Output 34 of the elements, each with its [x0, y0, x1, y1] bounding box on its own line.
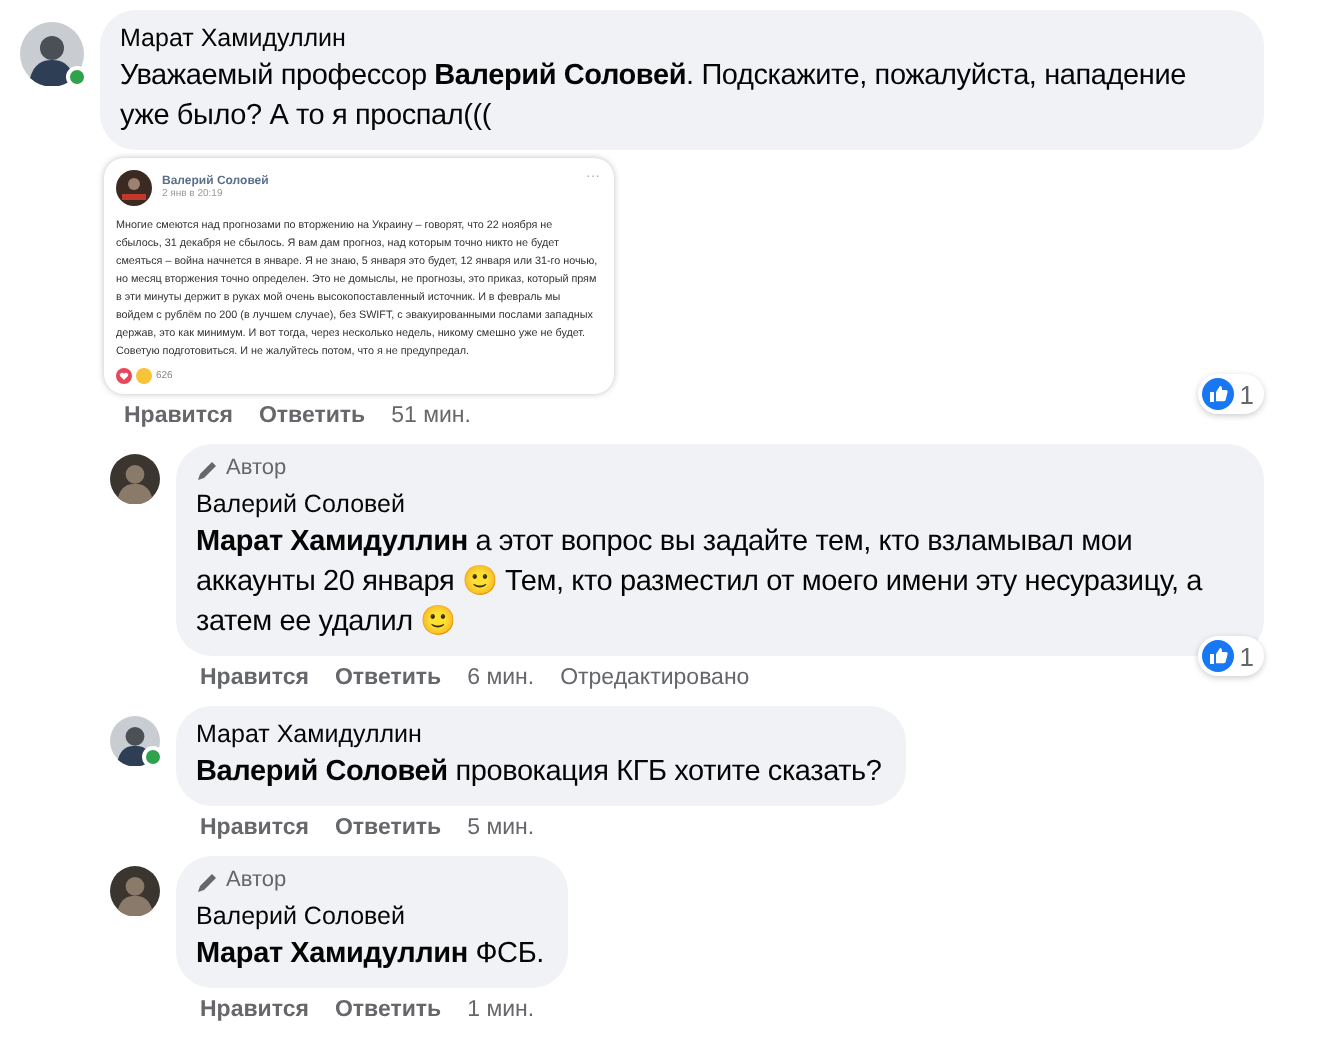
like-count-badge[interactable]: 1: [1197, 636, 1264, 676]
reply-link[interactable]: Ответить: [258, 403, 366, 427]
avatar[interactable]: [110, 866, 160, 916]
comment-time[interactable]: 51 мин.: [391, 403, 471, 427]
commenter-name[interactable]: Марат Хамидуллин: [120, 22, 1240, 56]
comment-text: Уважаемый профессор Валерий Соловей. Подскажите, пожалуйста, нападение уже было? А то я проспал(((: [120, 58, 1188, 136]
comment-time[interactable]: 6 мин.: [467, 665, 535, 689]
like-count-badge[interactable]: 1: [1197, 374, 1264, 414]
author-label: Автор: [226, 456, 287, 482]
thumbs-up-icon: [1201, 378, 1234, 410]
comment-text: Марат Хамидуллин а этот вопрос вы задайте тем, кто взламывал мои аккаунты 20 января 🙂 Тем, кто разместил от моего имени эту несуразицу, а затем ее удалил 🙂: [196, 524, 1205, 642]
comment-time[interactable]: 5 мин.: [467, 815, 535, 839]
reply-link[interactable]: Ответить: [334, 665, 442, 689]
edited-label: Отредактировано: [560, 665, 750, 689]
avatar[interactable]: [20, 22, 84, 86]
reply-link[interactable]: Ответить: [334, 815, 442, 839]
comment-text: Валерий Соловей провокация КГБ хотите сказать?: [196, 754, 882, 792]
author-label: Автор: [226, 868, 287, 894]
commenter-name[interactable]: Валерий Соловей: [196, 900, 544, 934]
thumbs-up-icon: [1201, 640, 1234, 672]
avatar: [116, 170, 152, 206]
commenter-name[interactable]: Марат Хамидуллин: [196, 718, 882, 752]
like-link[interactable]: Нравится: [200, 815, 309, 839]
comment-text: Марат Хамидуллин ФСБ.: [196, 936, 544, 974]
heart-reaction-icon: [116, 368, 132, 384]
avatar[interactable]: [110, 454, 160, 504]
like-link[interactable]: Нравится: [124, 403, 233, 427]
commenter-name[interactable]: Валерий Соловей: [196, 488, 1240, 522]
pencil-icon: [196, 457, 220, 481]
comment-time[interactable]: 1 мин.: [467, 997, 535, 1021]
like-link[interactable]: Нравится: [200, 665, 309, 689]
pencil-icon: [196, 869, 220, 893]
reply-link[interactable]: Ответить: [334, 997, 442, 1021]
like-link[interactable]: Нравится: [200, 997, 309, 1021]
